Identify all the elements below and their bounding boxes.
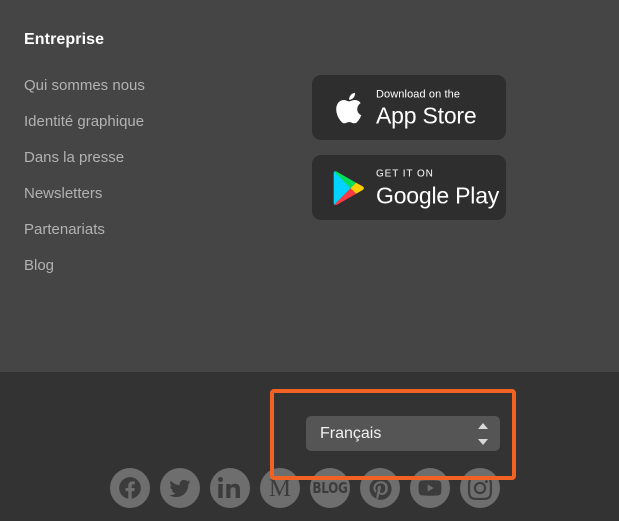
link-identite-graphique[interactable]: Identité graphique	[24, 104, 284, 140]
medium-icon: M	[268, 474, 292, 502]
social-facebook[interactable]	[110, 468, 150, 508]
link-newsletters[interactable]: Newsletters	[24, 176, 284, 212]
column-heading-entreprise: Entreprise	[24, 31, 105, 48]
social-links-row: M BLOG	[110, 468, 500, 508]
app-store-large-text: App Store	[376, 102, 477, 128]
apple-logo-icon	[330, 88, 366, 128]
twitter-icon	[168, 476, 192, 500]
company-links-column: Entreprise Qui sommes nous Identité grap…	[24, 30, 284, 284]
link-qui-sommes-nous[interactable]: Qui sommes nous	[24, 68, 284, 104]
social-instagram[interactable]	[460, 468, 500, 508]
instagram-icon	[468, 476, 492, 500]
linkedin-icon	[218, 476, 242, 500]
google-play-logo-icon	[330, 168, 366, 208]
blog-icon: BLOG	[312, 479, 348, 497]
store-badges-column: Download on the App Store GET IT ON Goog…	[312, 75, 506, 235]
app-store-small-text: Download on the	[376, 88, 461, 100]
link-dans-la-presse[interactable]: Dans la presse	[24, 140, 284, 176]
language-select-stepper[interactable]	[477, 422, 488, 445]
triangle-up-icon[interactable]	[477, 422, 488, 429]
triangle-down-icon[interactable]	[477, 438, 488, 445]
social-twitter[interactable]	[160, 468, 200, 508]
google-play-small-text: GET IT ON	[376, 168, 434, 179]
link-partenariats[interactable]: Partenariats	[24, 212, 284, 248]
app-store-badge[interactable]: Download on the App Store	[312, 75, 506, 140]
social-medium[interactable]: M	[260, 468, 300, 508]
footer: Entreprise Qui sommes nous Identité grap…	[0, 0, 619, 521]
language-select[interactable]: Français	[306, 416, 500, 451]
language-select-value: Français	[320, 424, 382, 442]
google-play-badge[interactable]: GET IT ON Google Play	[312, 155, 506, 220]
link-blog[interactable]: Blog	[24, 248, 284, 284]
google-play-badge-text: GET IT ON Google Play	[376, 167, 499, 208]
social-linkedin[interactable]	[210, 468, 250, 508]
social-youtube[interactable]	[410, 468, 450, 508]
social-pinterest[interactable]	[360, 468, 400, 508]
pinterest-icon	[368, 476, 393, 501]
youtube-icon	[417, 475, 443, 501]
google-play-large-text: Google Play	[376, 182, 500, 208]
facebook-icon	[117, 475, 143, 501]
app-store-badge-text: Download on the App Store	[376, 87, 477, 128]
footer-upper-section: Entreprise Qui sommes nous Identité grap…	[0, 0, 619, 372]
social-blog[interactable]: BLOG	[310, 468, 350, 508]
